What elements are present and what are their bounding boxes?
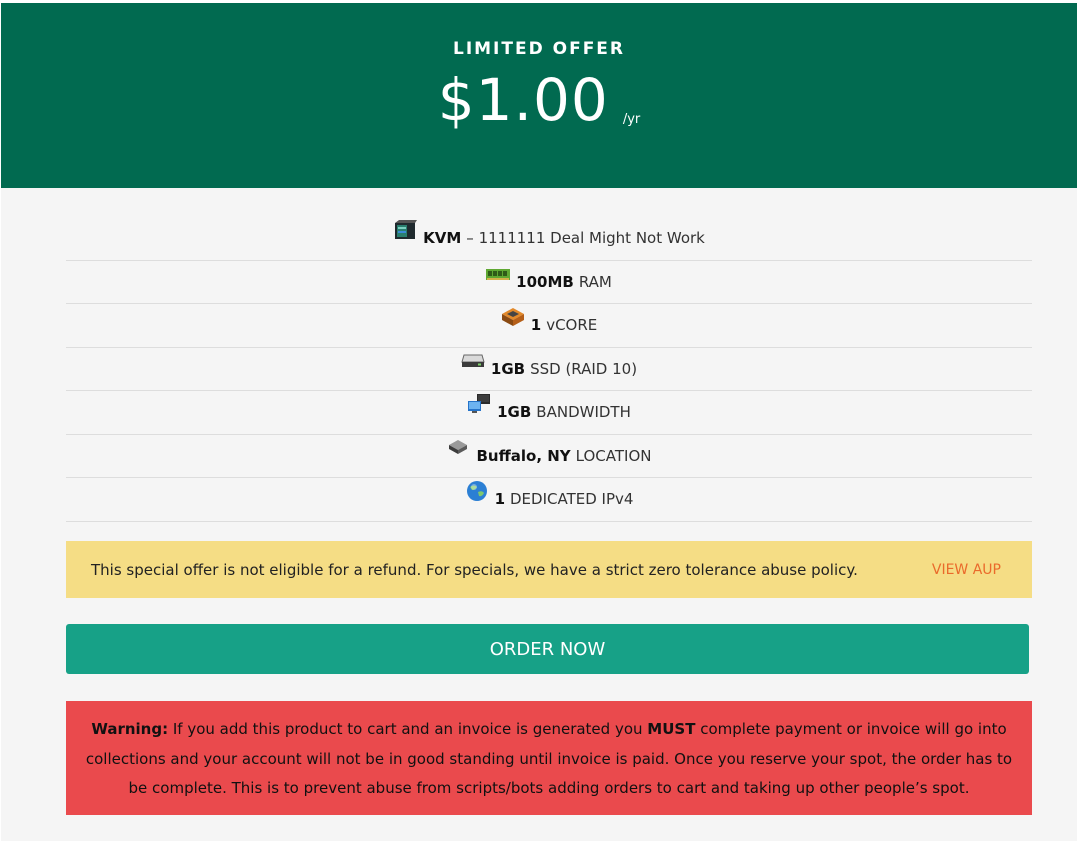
offer-header: LIMITED OFFER $1.00 /yr	[1, 3, 1077, 188]
globe-icon	[465, 480, 489, 502]
feature-strong: 1	[494, 490, 505, 509]
feature-item-storage: 1GB SSD (RAID 10)	[66, 348, 1032, 391]
hard-drive-icon	[461, 350, 485, 372]
feature-item-location: Buffalo, NY LOCATION	[66, 435, 1032, 478]
feature-strong: 1	[530, 316, 542, 335]
offer-title: LIMITED OFFER	[452, 39, 626, 59]
feature-strong: 1GB	[490, 359, 526, 378]
order-now-button[interactable]: ORDER NOW	[66, 624, 1029, 674]
feature-strong: 1GB	[497, 403, 532, 422]
feature-strong: 100MB	[516, 272, 574, 291]
feature-text: DEDICATED IPv4	[510, 490, 634, 509]
cpu-chip-icon	[501, 306, 525, 328]
ram-module-icon	[486, 263, 511, 285]
warning-emphasis: MUST	[647, 720, 696, 738]
feature-item-cpu: 1 vCORE	[66, 304, 1032, 348]
feature-list: KVM – 1111111 Deal Might Not Work 100MB …	[66, 217, 1032, 522]
warning-text-before: If you add this product to cart and an i…	[172, 720, 643, 738]
refund-notice-text: This special offer is not eligible for a…	[91, 560, 858, 579]
feature-text: vCORE	[546, 316, 598, 335]
feature-item-ram: 100MB RAM	[66, 261, 1032, 304]
feature-item-bandwidth: 1GB BANDWIDTH	[66, 391, 1032, 435]
price-period: /yr	[622, 112, 641, 127]
feature-text: LOCATION	[575, 446, 652, 465]
warning-label: Warning:	[91, 720, 169, 738]
warning-box: Warning: If you add this product to cart…	[66, 701, 1032, 815]
feature-text: BANDWIDTH	[536, 403, 631, 422]
network-computers-icon	[467, 393, 491, 415]
view-aup-link[interactable]: VIEW AUP	[932, 562, 1001, 578]
location-server-icon	[447, 437, 471, 459]
feature-text: SSD (RAID 10)	[530, 359, 638, 378]
refund-notice: This special offer is not eligible for a…	[66, 541, 1032, 598]
price-block: $1.00 /yr	[1, 67, 1077, 133]
feature-item-kvm: KVM – 1111111 Deal Might Not Work	[66, 217, 1032, 261]
kvm-server-icon	[393, 219, 418, 241]
feature-text: – 1111111 Deal Might Not Work	[466, 229, 705, 248]
feature-strong: KVM	[423, 229, 462, 248]
feature-strong: Buffalo, NY	[476, 446, 571, 465]
feature-text: RAM	[578, 272, 612, 291]
price-value: $1.00	[437, 66, 609, 134]
feature-item-ipv4: 1 DEDICATED IPv4	[66, 478, 1032, 522]
